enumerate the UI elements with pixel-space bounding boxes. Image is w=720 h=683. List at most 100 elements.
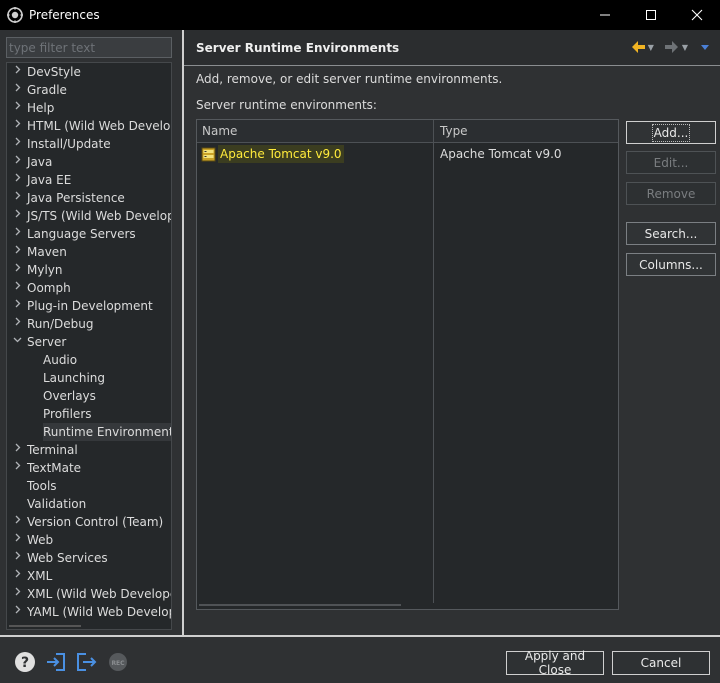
chevron-right-icon[interactable] [12,567,22,585]
minimize-button[interactable] [582,0,628,30]
chevron-right-icon[interactable] [12,459,22,477]
tree-item[interactable]: Help [7,99,171,117]
tree-item-label: Audio [43,353,78,367]
runtime-name-cell[interactable]: Apache Tomcat v9.0 [201,145,344,163]
runtime-environments-table[interactable]: Name Type Apache Tomcat v9.0 Apache Tomc… [196,119,619,610]
tree-item[interactable]: Profilers [7,405,171,423]
chevron-right-icon[interactable] [12,189,22,207]
edit-button[interactable]: Edit... [626,151,716,174]
chevron-right-icon[interactable] [12,225,22,243]
tree-item-label: XML [27,569,53,583]
tree-item[interactable]: Java [7,153,171,171]
tree-item[interactable]: Terminal [7,441,171,459]
search-button[interactable]: Search... [626,222,716,245]
minimize-icon [600,14,610,16]
chevron-right-icon[interactable] [12,261,22,279]
help-icon[interactable]: ? [14,651,36,673]
tree-item[interactable]: Oomph [7,279,171,297]
maximize-button[interactable] [628,0,674,30]
record-icon[interactable]: REC [107,651,129,673]
tree-item[interactable]: XML (Wild Web Developer) [7,585,171,603]
add-button-label: Add... [651,123,691,142]
chevron-right-icon[interactable] [12,603,22,621]
chevron-right-icon[interactable] [12,99,22,117]
tree-item[interactable]: Mylyn [7,261,171,279]
window-title: Preferences [29,8,100,22]
chevron-right-icon[interactable] [12,207,22,225]
forward-arrow-icon[interactable] [664,39,680,55]
import-icon[interactable] [45,651,67,673]
view-menu-icon[interactable] [700,42,710,52]
tree-item-label: Java EE [27,173,72,187]
chevron-right-icon[interactable] [12,81,22,99]
chevron-right-icon[interactable] [12,117,22,135]
tree-item[interactable]: Tools [7,477,171,495]
table-horizontal-scrollbar[interactable] [199,604,401,606]
back-history-dropdown-icon[interactable]: ▼ [648,43,654,52]
tree-item[interactable]: Audio [7,351,171,369]
add-button[interactable]: Add... [626,121,716,144]
export-icon[interactable] [75,651,97,673]
chevron-right-icon[interactable] [12,153,22,171]
chevron-right-icon[interactable] [12,531,22,549]
tree-item[interactable]: Install/Update [7,135,171,153]
column-divider[interactable] [433,120,434,603]
chevron-right-icon[interactable] [12,63,22,81]
back-arrow-icon[interactable] [630,39,646,55]
tree-item[interactable]: Plug-in Development [7,297,171,315]
tree-item-label: HTML (Wild Web Developer) [27,119,171,133]
tree-item-label: Web [27,533,54,547]
close-icon [691,9,703,21]
runtime-list-label: Server runtime environments: [196,98,377,112]
tree-item[interactable]: Java Persistence [7,189,171,207]
tree-item[interactable]: Language Servers [7,225,171,243]
tree-item[interactable]: Runtime Environments [7,423,171,441]
forward-history-dropdown-icon[interactable]: ▼ [682,43,688,52]
tree-horizontal-scrollbar[interactable] [7,623,171,629]
chevron-right-icon[interactable] [12,315,22,333]
remove-button[interactable]: Remove [626,182,716,205]
tree-item[interactable]: Run/Debug [7,315,171,333]
close-button[interactable] [674,0,720,30]
cancel-button[interactable]: Cancel [612,651,710,675]
chevron-right-icon[interactable] [12,585,22,603]
tree-item[interactable]: XML [7,567,171,585]
column-header-type[interactable]: Type [440,124,468,138]
columns-button[interactable]: Columns... [626,253,716,276]
chevron-right-icon[interactable] [12,135,22,153]
tree-item[interactable]: JS/TS (Wild Web Developer) [7,207,171,225]
apply-and-close-button[interactable]: Apply and Close [506,649,604,677]
tree-item[interactable]: Version Control (Team) [7,513,171,531]
chevron-right-icon[interactable] [12,297,22,315]
chevron-right-icon[interactable] [12,549,22,567]
tree-item[interactable]: Server [7,333,171,351]
tree-item-label: DevStyle [27,65,81,79]
tree-item-label: Java [27,155,53,169]
page-header: Server Runtime Environments ▼ ▼ [184,30,720,66]
table-row[interactable]: Apache Tomcat v9.0 Apache Tomcat v9.0 [197,144,618,164]
tree-item[interactable]: DevStyle [7,63,171,81]
tree-item[interactable]: HTML (Wild Web Developer) [7,117,171,135]
tree-item[interactable]: Maven [7,243,171,261]
tree-item[interactable]: Gradle [7,81,171,99]
tree-item[interactable]: YAML (Wild Web Developer) [7,603,171,621]
chevron-right-icon[interactable] [12,171,22,189]
chevron-right-icon[interactable] [12,243,22,261]
chevron-down-icon[interactable] [12,333,22,351]
server-runtime-icon [201,147,216,161]
chevron-right-icon[interactable] [12,441,22,459]
tree-item-label: Install/Update [27,137,111,151]
tree-item-label: Language Servers [27,227,136,241]
chevron-right-icon[interactable] [12,279,22,297]
preference-tree[interactable]: DevStyle Gradle Help HTML (Wild Web Develop… [6,62,172,630]
column-header-name[interactable]: Name [202,124,237,138]
tree-item[interactable]: Overlays [7,387,171,405]
tree-item[interactable]: Validation [7,495,171,513]
tree-item[interactable]: Launching [7,369,171,387]
tree-item[interactable]: Web [7,531,171,549]
tree-item[interactable]: Web Services [7,549,171,567]
tree-item[interactable]: Java EE [7,171,171,189]
chevron-right-icon[interactable] [12,513,22,531]
tree-item[interactable]: TextMate [7,459,171,477]
filter-input[interactable] [6,37,172,58]
